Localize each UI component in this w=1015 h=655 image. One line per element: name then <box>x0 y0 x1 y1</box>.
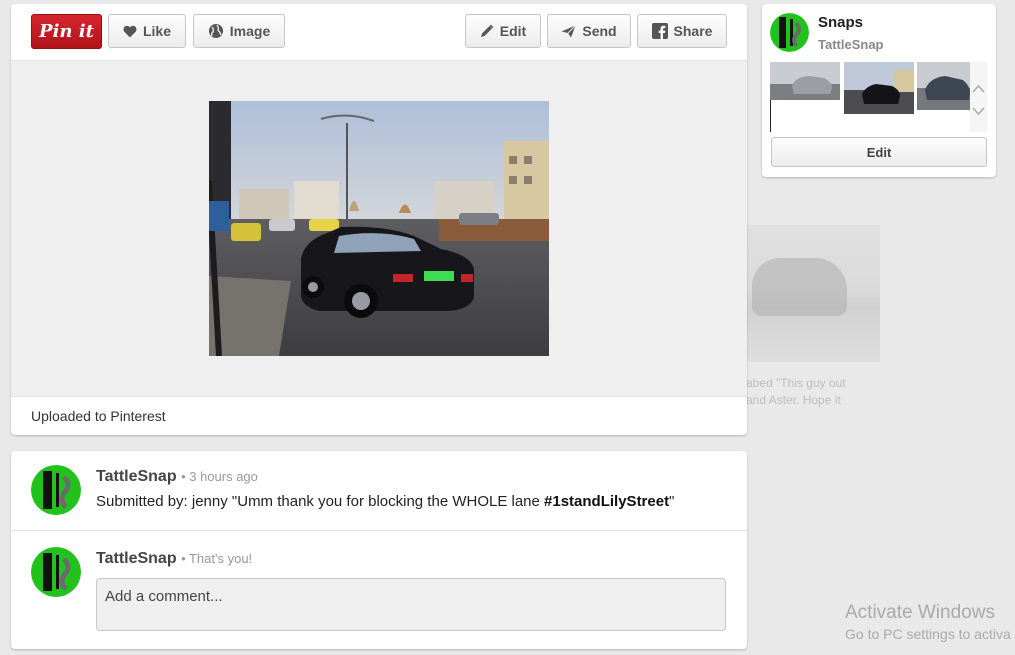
pin-image-area <box>11 61 747 396</box>
comments-card: TattleSnap • 3 hours ago Submitted by: j… <box>11 451 747 649</box>
share-label: Share <box>673 23 713 39</box>
compose-meta: • That's you! <box>181 551 253 566</box>
heart-icon <box>123 25 137 37</box>
share-button[interactable]: Share <box>637 14 727 48</box>
comment-hashtag[interactable]: #1standLilyStreet <box>544 493 669 510</box>
facebook-icon <box>651 23 668 39</box>
board-name[interactable]: Snaps <box>818 14 863 31</box>
thumbnail-image <box>917 62 970 110</box>
send-button[interactable]: Send <box>547 14 631 48</box>
comment-header: TattleSnap • 3 hours ago <box>96 468 258 486</box>
activate-windows-watermark: Activate Windows Go to PC settings to ac… <box>845 602 1011 642</box>
pin-source-bar: Uploaded to Pinterest <box>11 396 747 435</box>
pin-toolbar: Pin it Like Image Edit Send Share <box>11 4 747 61</box>
pin-photo[interactable] <box>209 101 549 356</box>
board-thumbnail[interactable] <box>917 62 970 110</box>
send-label: Send <box>582 23 617 39</box>
comment-body: Submitted by: jenny "Umm thank you for b… <box>96 493 545 510</box>
tattlesnap-logo-icon <box>770 13 809 52</box>
comment-body-end: " <box>669 493 675 510</box>
comment-text: Submitted by: jenny "Umm thank you for b… <box>96 493 674 510</box>
tattlesnap-logo-icon <box>31 465 81 515</box>
board-thumbnail[interactable] <box>844 62 914 114</box>
edit-pin-button[interactable]: Edit <box>465 14 541 48</box>
paper-plane-icon <box>561 24 577 37</box>
board-thumbnail[interactable] <box>770 62 840 100</box>
board-thumbnails <box>770 62 970 132</box>
thumbnail-scrollbar[interactable] <box>970 62 987 132</box>
comment-input[interactable]: Add a comment... <box>96 578 726 631</box>
watermark-line-2: Go to PC settings to activa <box>845 626 1011 642</box>
thumbnail-image <box>770 62 840 100</box>
globe-icon <box>208 24 223 38</box>
board-card: Snaps TattleSnap Edit <box>762 4 996 177</box>
comments-divider <box>11 530 747 531</box>
watermark-line-1: Activate Windows <box>845 602 995 623</box>
edit-board-button[interactable]: Edit <box>771 137 987 167</box>
background-pin-text-1: abed "This guy out <box>746 376 846 390</box>
board-owner-avatar[interactable] <box>770 13 809 52</box>
background-car-shape <box>752 258 847 316</box>
background-pin-text-2: and Aster. Hope it <box>746 393 841 407</box>
current-user-avatar[interactable] <box>31 547 81 597</box>
edit-pin-label: Edit <box>499 23 527 39</box>
commenter-avatar[interactable] <box>31 465 81 515</box>
thumbnail-divider <box>770 100 771 132</box>
scroll-arrows-icon <box>972 84 985 116</box>
edit-board-label: Edit <box>866 144 892 160</box>
pin-card: Pin it Like Image Edit Send Share Upload… <box>11 4 747 435</box>
pencil-icon <box>480 24 494 37</box>
pin-it-label: Pin it <box>39 21 94 42</box>
image-label: Image <box>229 23 271 39</box>
like-label: Like <box>142 23 171 39</box>
compose-header: TattleSnap • That's you! <box>96 550 252 568</box>
thumbnail-image <box>844 62 914 114</box>
image-button[interactable]: Image <box>193 14 285 48</box>
board-owner-name[interactable]: TattleSnap <box>818 37 884 52</box>
comment-author[interactable]: TattleSnap <box>96 468 177 485</box>
tattlesnap-logo-icon <box>31 547 81 597</box>
pin-it-button[interactable]: Pin it <box>31 14 102 49</box>
pin-source-text[interactable]: Uploaded to Pinterest <box>31 408 166 424</box>
like-button[interactable]: Like <box>108 14 186 48</box>
compose-author[interactable]: TattleSnap <box>96 550 177 567</box>
comment-timestamp: • 3 hours ago <box>181 469 258 484</box>
